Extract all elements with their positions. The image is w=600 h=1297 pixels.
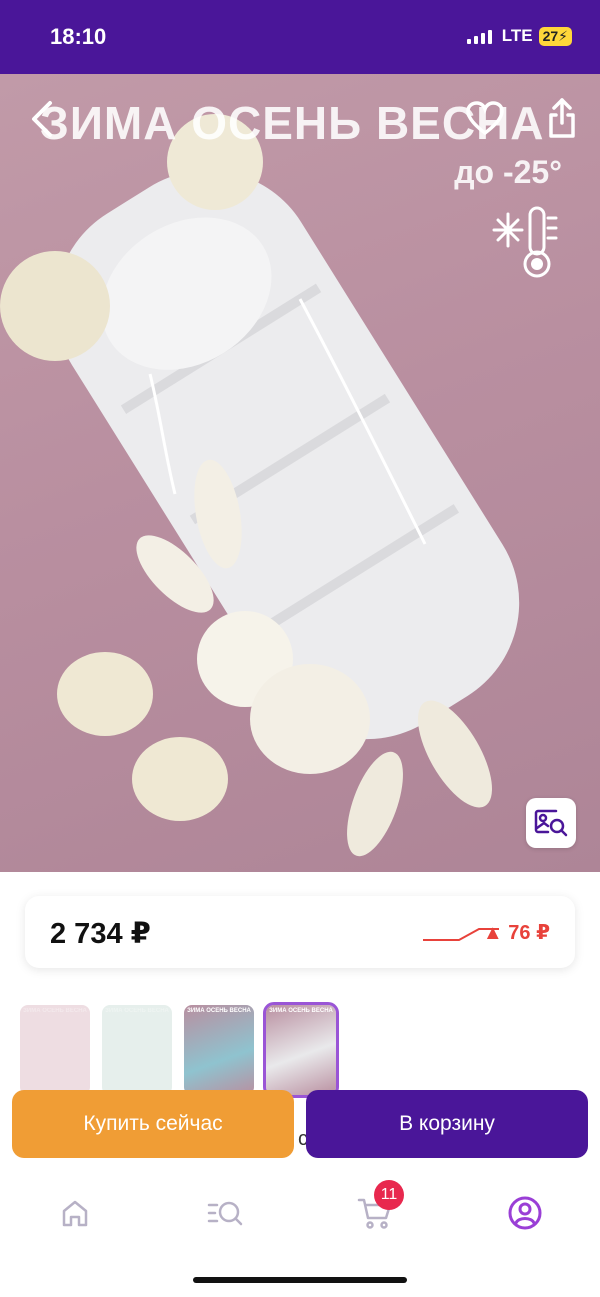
back-button[interactable] bbox=[22, 96, 62, 142]
thumbnail-caption: ЗИМА ОСЕНЬ ВЕСНА bbox=[269, 1008, 333, 1014]
profile-icon bbox=[508, 1196, 542, 1230]
snowflake-thermometer-icon bbox=[492, 206, 558, 278]
status-bar: 18:10 LTE 27 ⚡ bbox=[0, 0, 600, 74]
charging-icon: ⚡ bbox=[558, 27, 568, 44]
catalog-search-icon bbox=[207, 1201, 243, 1226]
status-indicators: LTE 27 ⚡ bbox=[466, 26, 572, 46]
visual-search-button[interactable] bbox=[526, 798, 576, 848]
price-value: 2 734 ₽ bbox=[50, 918, 151, 950]
image-search-icon bbox=[534, 809, 568, 837]
thumbnail[interactable]: ЗИМА ОСЕНЬ ВЕСНА bbox=[20, 1005, 90, 1095]
nav-catalog[interactable] bbox=[200, 1190, 250, 1236]
thumbnail-caption: ЗИМА ОСЕНЬ ВЕСНА bbox=[187, 1008, 251, 1014]
temperature-caption: до -25° bbox=[454, 154, 562, 190]
price-card[interactable]: 2 734 ₽ ▲ 76 ₽ bbox=[25, 896, 575, 968]
thumbnail-caption: ЗИМА ОСЕНЬ ВЕСНА bbox=[23, 1008, 87, 1014]
product-image[interactable]: ЗИМА ОСЕНЬ ВЕСНА до -25° bbox=[0, 74, 600, 872]
home-indicator[interactable] bbox=[193, 1277, 407, 1283]
thumbnail-active[interactable]: ЗИМА ОСЕНЬ ВЕСНА bbox=[263, 1002, 339, 1098]
battery-icon: 27 ⚡ bbox=[538, 26, 572, 46]
thumbnail[interactable]: ЗИМА ОСЕНЬ ВЕСНА bbox=[102, 1005, 172, 1095]
chevron-left-icon bbox=[32, 101, 52, 137]
thumbnail[interactable]: ЗИМА ОСЕНЬ ВЕСНА bbox=[184, 1005, 254, 1095]
status-time: 18:10 bbox=[50, 24, 107, 49]
product-photo bbox=[0, 114, 520, 857]
network-type: LTE bbox=[501, 26, 533, 45]
share-icon bbox=[549, 98, 575, 138]
battery-level: 27 bbox=[542, 28, 559, 44]
share-button[interactable] bbox=[540, 94, 584, 142]
signal-icon bbox=[466, 28, 492, 44]
thumbnail-strip: ЗИМА ОСЕНЬ ВЕСНА ЗИМА ОСЕНЬ ВЕСНА ЗИМА О… bbox=[20, 1002, 339, 1098]
home-icon bbox=[62, 1200, 88, 1227]
buy-now-button[interactable]: Купить сейчас bbox=[12, 1090, 294, 1158]
favorite-button[interactable] bbox=[463, 96, 507, 140]
thumbnail-caption: ЗИМА ОСЕНЬ ВЕСНА bbox=[105, 1008, 169, 1014]
heart-icon bbox=[466, 101, 504, 136]
add-to-cart-button[interactable]: В корзину bbox=[306, 1090, 588, 1158]
price-change: ▲ 76 ₽ bbox=[482, 922, 550, 944]
nav-profile[interactable] bbox=[500, 1190, 550, 1236]
nav-home[interactable] bbox=[50, 1190, 100, 1236]
cart-count-badge: 11 bbox=[374, 1180, 404, 1210]
